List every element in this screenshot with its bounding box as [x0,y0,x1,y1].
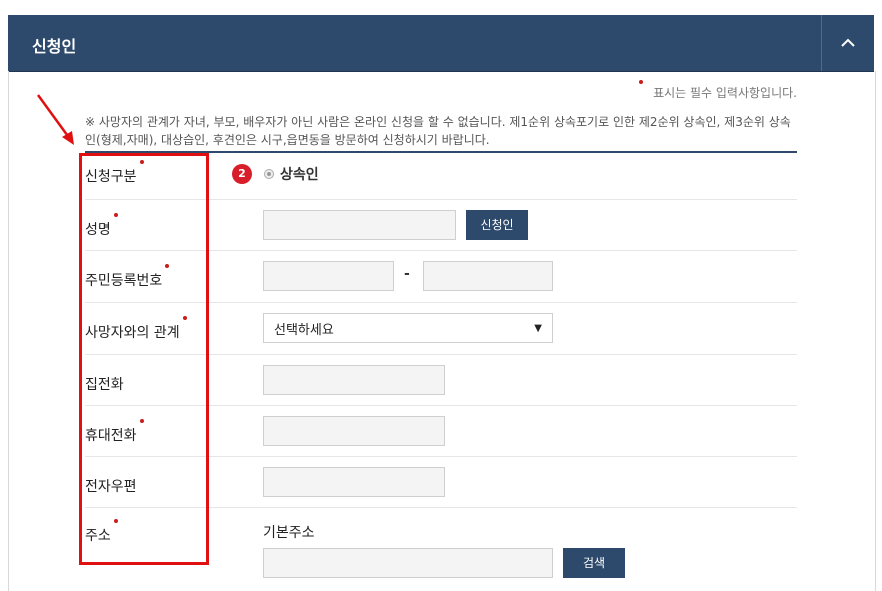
step-badge: 2 [232,164,252,184]
dropdown-arrow-icon: ▼ [534,322,542,334]
highlight-box [79,153,209,565]
email-input[interactable] [263,467,445,497]
heir-radio-label: 상속인 [280,167,319,183]
basic-address-input[interactable] [263,548,553,578]
address-search-button[interactable]: 검색 [563,548,625,578]
mobile-input[interactable] [263,416,445,446]
heir-radio[interactable] [264,169,274,179]
relation-select[interactable]: 선택하세요 ▼ [263,313,553,343]
home-phone-input[interactable] [263,365,445,395]
collapse-toggle-button[interactable] [821,15,874,71]
section-header: 신청인 [8,15,874,72]
chevron-up-icon [841,38,855,47]
rrn-dash: - [404,266,410,282]
rrn-back-input[interactable] [423,261,553,291]
red-arrow-icon [36,94,74,145]
name-input[interactable] [263,210,456,240]
section-title: 신청인 [32,37,77,56]
notice-text: ※ 사망자의 관계가 자녀, 부모, 배우자가 아닌 사람은 온라인 신청을 할… [85,113,797,153]
required-legend: 표시는 필수 입력사항입니다. [639,80,797,101]
applicant-name-button[interactable]: 신청인 [466,210,528,240]
basic-address-label: 기본주소 [263,525,315,541]
rrn-front-input[interactable] [263,261,394,291]
relation-select-value: 선택하세요 [274,322,334,338]
required-legend-text: 표시는 필수 입력사항입니다. [653,86,797,100]
